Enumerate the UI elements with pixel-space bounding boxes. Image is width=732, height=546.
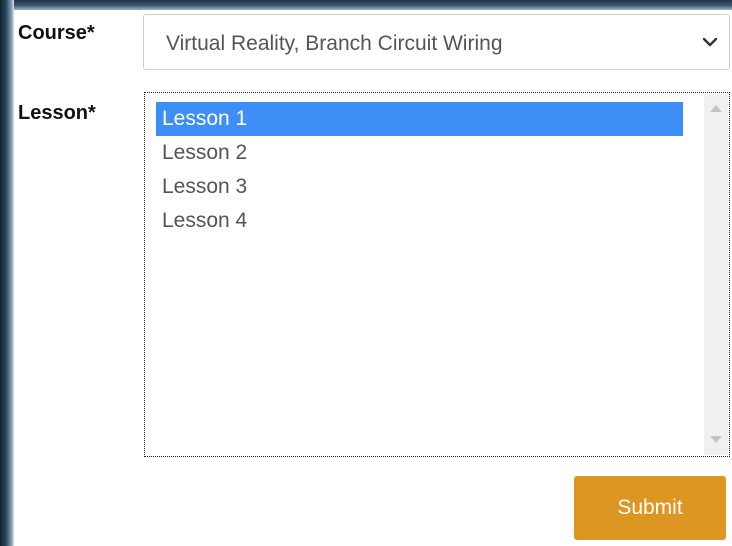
course-select[interactable]: Virtual Reality, Branch Circuit Wiring — [143, 14, 730, 70]
window-frame-top — [0, 0, 732, 10]
course-label: Course* — [18, 22, 95, 44]
lesson-option[interactable]: Lesson 1 — [156, 102, 683, 136]
lesson-option[interactable]: Lesson 2 — [156, 136, 683, 170]
window-frame-left — [0, 0, 14, 546]
course-select-value: Virtual Reality, Branch Circuit Wiring — [166, 32, 503, 55]
lesson-list-scrollbar[interactable] — [704, 94, 728, 455]
lesson-form: Course* Virtual Reality, Branch Circuit … — [14, 10, 732, 546]
scroll-down-arrow-icon[interactable] — [710, 436, 722, 443]
lesson-option[interactable]: Lesson 4 — [156, 204, 683, 238]
lesson-listbox[interactable]: Lesson 1 Lesson 2 Lesson 3 Lesson 4 — [144, 92, 730, 457]
lesson-label: Lesson* — [18, 102, 96, 124]
submit-button[interactable]: Submit — [574, 476, 726, 540]
chevron-down-icon — [702, 37, 718, 47]
scroll-up-arrow-icon[interactable] — [710, 105, 722, 112]
lesson-option[interactable]: Lesson 3 — [156, 170, 683, 204]
lesson-options: Lesson 1 Lesson 2 Lesson 3 Lesson 4 — [156, 102, 683, 238]
